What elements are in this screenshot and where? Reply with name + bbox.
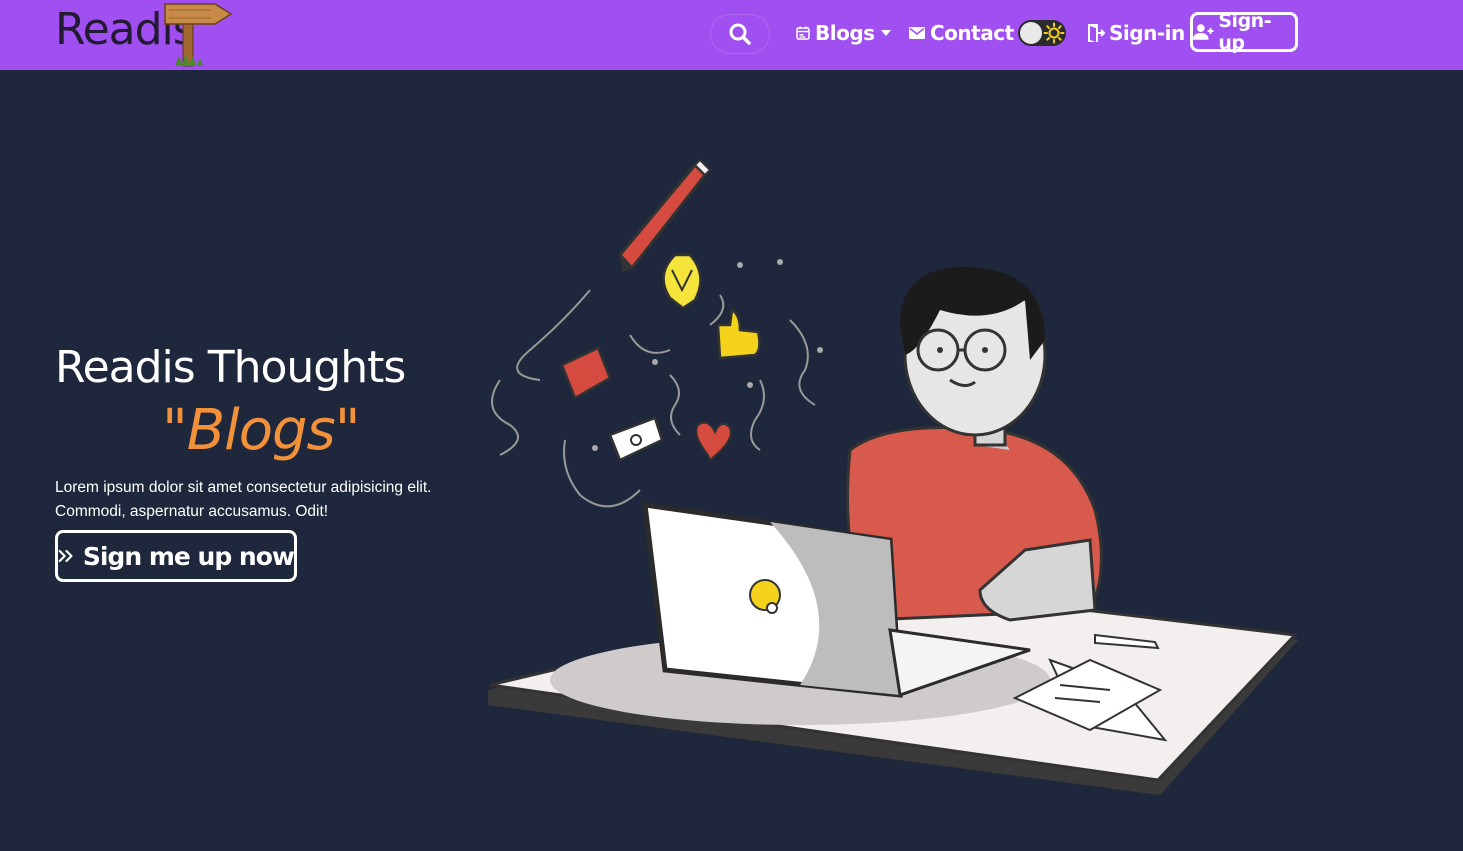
nav-signin[interactable]: Sign-in <box>1087 18 1185 48</box>
thumbs-up-icon <box>716 307 761 360</box>
search-button[interactable] <box>710 14 770 54</box>
hero-title: Readis Thoughts <box>55 342 406 393</box>
double-chevron-right-icon <box>58 549 73 563</box>
nav-blogs-dropdown[interactable]: Blogs <box>795 18 893 48</box>
toggle-knob <box>1020 22 1042 44</box>
cta-label: Sign me up now <box>82 541 295 571</box>
hero-illustration <box>488 158 1299 795</box>
search-icon <box>729 23 751 45</box>
theme-toggle[interactable] <box>1018 20 1066 46</box>
navbar: Readis Blogs Contact Sign-in Sign-up <box>0 0 1463 70</box>
heart-icon <box>695 421 732 462</box>
calendar-icon <box>796 26 810 40</box>
sun-icon <box>1043 22 1065 44</box>
pencil-icon <box>618 158 712 272</box>
nav-contact[interactable]: Contact <box>908 18 1014 48</box>
signup-button[interactable]: Sign-up <box>1190 10 1298 54</box>
nav-blogs-label: Blogs <box>815 21 875 45</box>
nav-contact-label: Contact <box>930 21 1014 45</box>
mail-icon <box>909 27 925 39</box>
book-icon <box>560 346 612 400</box>
nav-signin-label: Sign-in <box>1109 21 1185 45</box>
hero-description: Lorem ipsum dolor sit amet consectetur a… <box>55 479 432 520</box>
hero-accent: "Blogs" <box>162 398 360 463</box>
signup-label: Sign-up <box>1218 10 1272 54</box>
lightbulb-icon <box>662 253 702 310</box>
login-icon <box>1088 24 1105 42</box>
dots-decoration <box>592 259 823 451</box>
brand-logo[interactable]: Readis <box>55 0 245 70</box>
caret-down-icon <box>880 30 891 36</box>
user-plus-icon <box>1193 24 1214 40</box>
eye-icon <box>608 416 664 462</box>
signpost-icon <box>164 3 233 67</box>
signup-cta-button[interactable]: Sign me up now <box>55 530 297 582</box>
scribble-lines <box>491 289 816 508</box>
